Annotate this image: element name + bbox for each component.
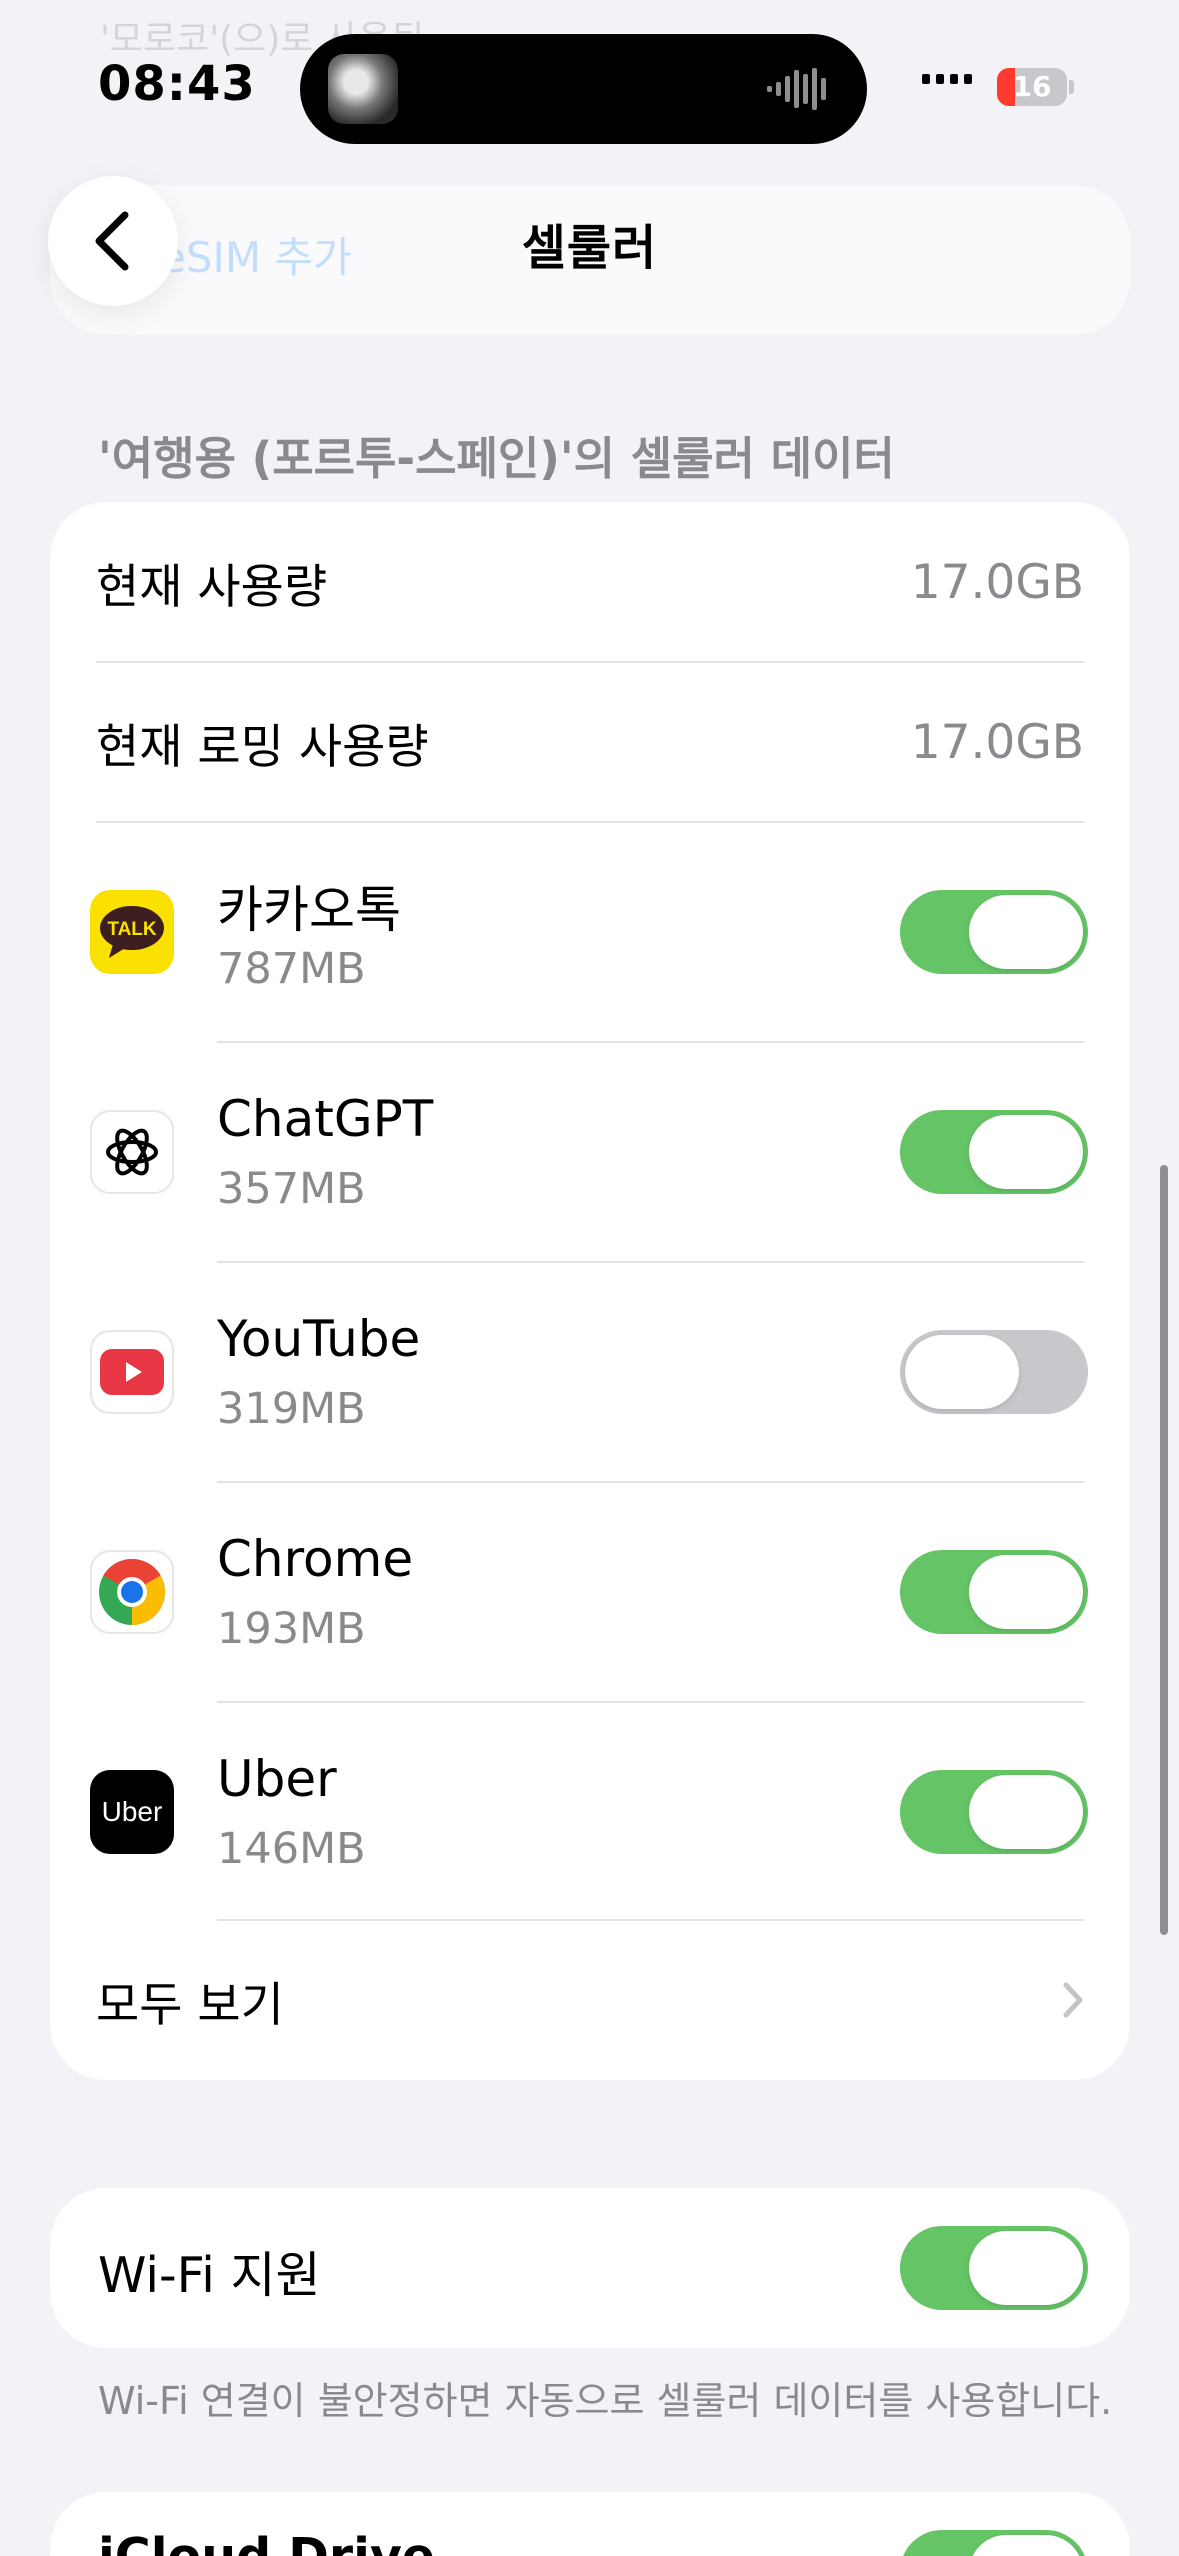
- icloud-drive-card: iCloud Drive: [50, 2492, 1130, 2556]
- chatgpt-icon: [90, 1110, 174, 1194]
- roaming-usage-row: 현재 로밍 사용량 17.0GB: [96, 662, 1084, 822]
- page-title: 셀룰러: [521, 220, 658, 276]
- audio-waveform-icon: [767, 68, 826, 110]
- chatgpt-cellular-toggle[interactable]: [900, 1110, 1088, 1194]
- app-name: Uber: [217, 1750, 337, 1808]
- app-row-chatgpt: ChatGPT 357MB: [50, 1042, 1130, 1262]
- see-all-row[interactable]: 모두 보기: [96, 1920, 1084, 2080]
- uber-cellular-toggle[interactable]: [900, 1770, 1088, 1854]
- battery-cap: [1069, 80, 1074, 94]
- cellular-data-card: 현재 사용량 17.0GB 현재 로밍 사용량 17.0GB TALK 카카오톡…: [50, 502, 1130, 2080]
- app-row-youtube: YouTube 319MB: [50, 1262, 1130, 1482]
- app-data-size: 319MB: [217, 1384, 366, 1434]
- app-name: Chrome: [217, 1530, 414, 1588]
- kakaotalk-cellular-toggle[interactable]: [900, 890, 1088, 974]
- current-usage-label: 현재 사용량: [96, 559, 328, 615]
- app-data-size: 357MB: [217, 1164, 366, 1214]
- toggle-knob: [969, 2231, 1083, 2305]
- scrollbar[interactable]: [1160, 1165, 1168, 1935]
- toggle-knob: [969, 1775, 1083, 1849]
- current-usage-value: 17.0GB: [910, 554, 1084, 610]
- icloud-drive-toggle[interactable]: [900, 2530, 1088, 2556]
- youtube-icon: [90, 1330, 174, 1414]
- toggle-knob: [969, 1555, 1083, 1629]
- wifi-assist-label: Wi-Fi 지원: [98, 2247, 321, 2304]
- roaming-usage-value: 17.0GB: [910, 714, 1084, 770]
- kakaotalk-icon: TALK: [90, 890, 174, 974]
- app-data-size: 787MB: [217, 944, 366, 994]
- app-data-size: 146MB: [217, 1824, 366, 1874]
- uber-icon-text: Uber: [101, 1796, 163, 1827]
- roaming-usage-label: 현재 로밍 사용량: [96, 719, 429, 775]
- kakaotalk-icon-text: TALK: [107, 919, 157, 940]
- app-row-chrome: Chrome 193MB: [50, 1482, 1130, 1702]
- toggle-knob: [905, 1335, 1019, 1409]
- app-data-size: 193MB: [217, 1604, 366, 1654]
- app-name: YouTube: [217, 1310, 421, 1368]
- app-row-uber: Uber Uber 146MB: [50, 1702, 1130, 1922]
- wifi-assist-footer: Wi-Fi 연결이 불안정하면 자동으로 셀룰러 데이터를 사용합니다.: [98, 2379, 1113, 2423]
- battery-level-text: 16: [1012, 70, 1052, 103]
- toggle-knob: [969, 895, 1083, 969]
- app-name: 카카오톡: [217, 881, 401, 939]
- icloud-drive-label: iCloud Drive: [98, 2528, 435, 2556]
- section-header: '여행용 (포르투-스페인)'의 셀룰러 데이터: [98, 432, 895, 485]
- app-row-kakaotalk: TALK 카카오톡 787MB: [50, 822, 1130, 1042]
- toggle-knob: [969, 1115, 1083, 1189]
- chrome-cellular-toggle[interactable]: [900, 1550, 1088, 1634]
- chrome-icon: [90, 1550, 174, 1634]
- toggle-knob: [969, 2535, 1083, 2556]
- status-time: 08:43: [98, 56, 256, 112]
- status-bar: '모로코'(으)로 사용됨 08:43 16: [0, 0, 1179, 175]
- current-usage-row: 현재 사용량 17.0GB: [96, 502, 1084, 662]
- youtube-cellular-toggle[interactable]: [900, 1330, 1088, 1414]
- now-playing-artwork: [328, 54, 398, 124]
- battery-icon: 16: [997, 68, 1067, 106]
- chevron-right-icon: [1063, 1982, 1083, 2018]
- app-name: ChatGPT: [217, 1090, 434, 1148]
- wifi-assist-card: Wi-Fi 지원: [50, 2188, 1130, 2348]
- see-all-label: 모두 보기: [96, 1977, 284, 2033]
- uber-icon: Uber: [90, 1770, 174, 1854]
- wifi-assist-toggle[interactable]: [900, 2226, 1088, 2310]
- dynamic-island[interactable]: [300, 34, 867, 144]
- cellular-signal-icon: [922, 74, 972, 84]
